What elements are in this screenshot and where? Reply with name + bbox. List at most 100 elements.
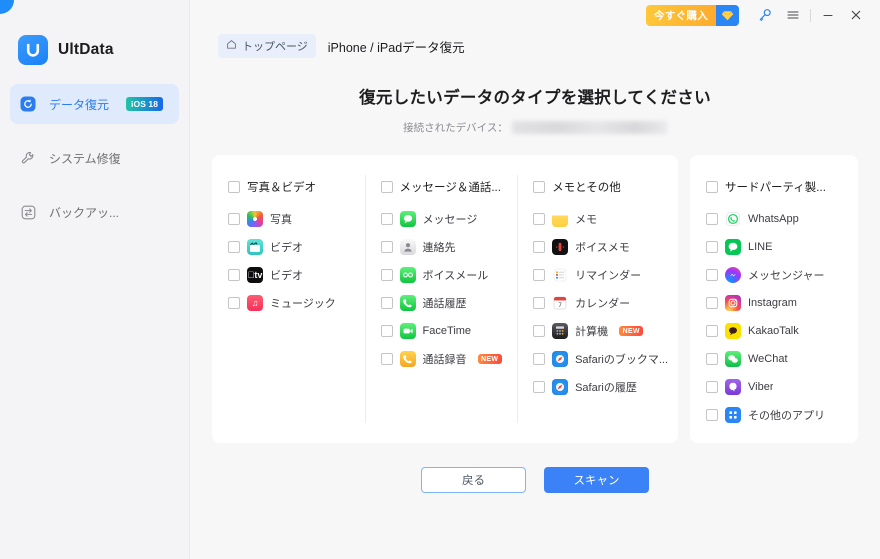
list-item-label: ボイスメモ — [575, 242, 630, 254]
sidebar-item-system-repair[interactable]: システム修復 — [10, 138, 179, 178]
checkbox[interactable] — [380, 213, 393, 225]
column-header-row[interactable]: メモとその他 — [533, 173, 668, 201]
column-header-row[interactable]: 写真＆ビデオ — [228, 173, 355, 201]
ios-version-badge: iOS 18 — [126, 96, 164, 112]
checkbox[interactable] — [228, 213, 240, 225]
checkbox[interactable] — [380, 297, 393, 309]
scan-button[interactable]: スキャン — [544, 467, 649, 493]
checkbox[interactable] — [706, 297, 718, 309]
list-item-call-recording[interactable]: 通話録音 NEW — [380, 345, 508, 373]
checkbox[interactable] — [533, 353, 546, 365]
back-button[interactable]: 戻る — [421, 467, 526, 493]
list-item-reminders[interactable]: リマインダー — [533, 261, 668, 289]
list-item-label: ボイスメール — [422, 270, 489, 282]
list-item-label: メッセージ — [422, 214, 478, 226]
list-item-other-apps[interactable]: その他のアプリ — [706, 401, 848, 429]
sidebar-item-data-recovery[interactable]: データ復元 iOS 18 — [10, 84, 179, 124]
transfer-icon — [18, 202, 38, 222]
checkbox[interactable] — [380, 325, 393, 337]
safari-app-icon — [552, 379, 569, 395]
column-photos-videos: 写真＆ビデオ 写真 ビデオ tv ビデオ ♫ ミュージック — [212, 173, 365, 443]
column-header-row[interactable]: サードパーティ製... — [706, 173, 848, 201]
list-item-label: 写真 — [270, 214, 292, 226]
list-item-instagram[interactable]: Instagram — [706, 289, 848, 317]
checkbox[interactable] — [380, 181, 393, 193]
titlebar-divider — [810, 8, 811, 22]
list-item-label: Safariの履歴 — [575, 382, 637, 394]
list-item-label: 通話録音 — [422, 354, 467, 366]
list-item-calculator[interactable]: 計算機 NEW — [533, 317, 668, 345]
checkbox[interactable] — [533, 325, 546, 337]
checkbox[interactable] — [380, 241, 393, 253]
data-type-card-third-party: サードパーティ製... WhatsApp LINE メッセンジャー Instag… — [690, 155, 858, 443]
list-item-label: Viber — [748, 381, 774, 393]
column-header-label: サードパーティ製... — [725, 182, 826, 194]
checkbox[interactable] — [706, 213, 718, 225]
list-item-viber[interactable]: Viber — [706, 373, 848, 401]
checkbox[interactable] — [380, 269, 393, 281]
buy-now-label: 今すぐ購入 — [646, 4, 716, 26]
checkbox[interactable] — [380, 353, 393, 365]
close-icon[interactable] — [842, 3, 870, 27]
list-item-safari-history[interactable]: Safariの履歴 — [533, 373, 668, 401]
sidebar-item-backup[interactable]: バックアッ... — [10, 192, 179, 232]
list-item-calendar[interactable]: 7 カレンダー — [533, 289, 668, 317]
reminders-app-icon — [552, 267, 569, 283]
list-item-notes[interactable]: メモ — [533, 205, 668, 233]
minimize-icon[interactable] — [814, 3, 842, 27]
list-item-call-history[interactable]: 通話履歴 — [380, 289, 508, 317]
column-header-row[interactable]: メッセージ＆通話... — [380, 173, 508, 201]
checkbox[interactable] — [706, 269, 718, 281]
list-item-wechat[interactable]: WeChat — [706, 345, 848, 373]
ultdata-logo-icon — [18, 35, 48, 65]
checkbox[interactable] — [533, 269, 546, 281]
checkbox[interactable] — [706, 409, 718, 421]
checkbox[interactable] — [533, 381, 546, 393]
list-item-label: WhatsApp — [748, 213, 799, 225]
checkbox[interactable] — [533, 297, 546, 309]
sidebar-item-label: システム修復 — [49, 151, 121, 166]
sidebar-nav: データ復元 iOS 18 システム修復 バックアッ... — [0, 72, 189, 232]
column-header-label: メッセージ＆通話... — [399, 182, 501, 194]
checkbox[interactable] — [706, 325, 718, 337]
safari-app-icon — [552, 351, 569, 367]
checkbox[interactable] — [228, 269, 240, 281]
checkbox[interactable] — [533, 241, 546, 253]
hamburger-menu-icon[interactable] — [779, 3, 807, 27]
call-recording-icon — [399, 351, 416, 367]
list-item-photos[interactable]: 写真 — [228, 205, 355, 233]
calendar-app-icon: 7 — [552, 295, 569, 311]
checkbox[interactable] — [228, 297, 240, 309]
list-item-label: KakaoTalk — [748, 325, 799, 337]
list-item-music[interactable]: ♫ ミュージック — [228, 289, 355, 317]
checkbox[interactable] — [228, 181, 240, 193]
list-item-safari-bookmarks[interactable]: Safariのブックマ... — [533, 345, 668, 373]
checkbox[interactable] — [706, 381, 718, 393]
list-item-messenger[interactable]: メッセンジャー — [706, 261, 848, 289]
data-type-card-primary: 写真＆ビデオ 写真 ビデオ tv ビデオ ♫ ミュージック メッセージ＆通話..… — [212, 155, 678, 443]
list-item-voicemail[interactable]: ボイスメール — [380, 261, 508, 289]
messages-app-icon — [399, 211, 416, 227]
checkbox[interactable] — [533, 181, 546, 193]
list-item-contacts[interactable]: 連絡先 — [380, 233, 508, 261]
list-item-line[interactable]: LINE — [706, 233, 848, 261]
list-item-kakaotalk[interactable]: KakaoTalk — [706, 317, 848, 345]
checkbox[interactable] — [228, 241, 240, 253]
checkbox[interactable] — [706, 241, 718, 253]
breadcrumb-home-button[interactable]: トップページ — [218, 34, 316, 58]
list-item-apple-tv[interactable]: tv ビデオ — [228, 261, 355, 289]
new-badge: NEW — [477, 354, 502, 364]
list-item-facetime[interactable]: FaceTime — [380, 317, 508, 345]
checkbox[interactable] — [533, 213, 546, 225]
wechat-icon — [725, 351, 741, 367]
list-item-videos[interactable]: ビデオ — [228, 233, 355, 261]
checkbox[interactable] — [706, 353, 718, 365]
list-item-label: WeChat — [748, 353, 788, 365]
list-item-messages[interactable]: メッセージ — [380, 205, 508, 233]
buy-now-button[interactable]: 今すぐ購入 — [646, 4, 739, 26]
checkbox[interactable] — [706, 181, 718, 193]
key-icon[interactable] — [751, 3, 779, 27]
list-item-label: その他のアプリ — [748, 410, 825, 422]
list-item-voice-memos[interactable]: ボイスメモ — [533, 233, 668, 261]
list-item-whatsapp[interactable]: WhatsApp — [706, 205, 848, 233]
